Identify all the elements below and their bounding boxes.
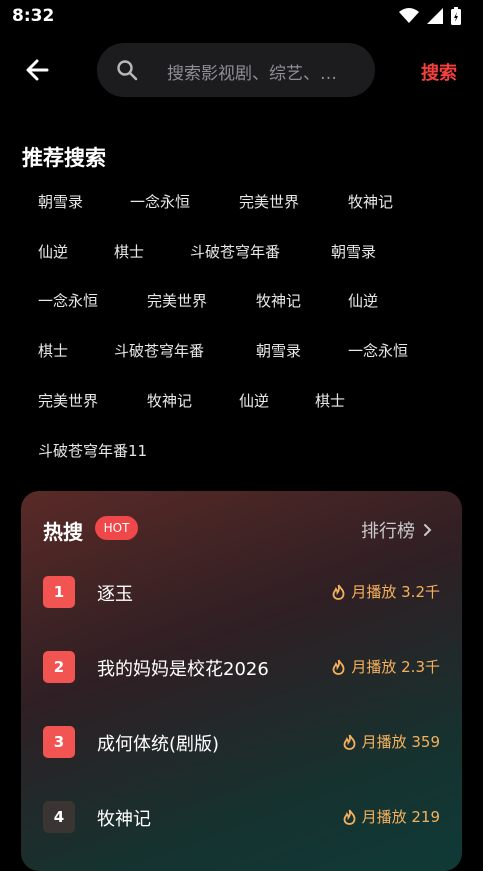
rank-number: 1 xyxy=(43,576,75,608)
recommend-tag[interactable]: 牧神记 xyxy=(147,390,192,411)
flame-icon xyxy=(343,809,355,825)
play-count-text: 月播放 219 xyxy=(361,808,440,826)
back-button[interactable] xyxy=(22,56,54,84)
recommend-tag[interactable]: 牧神记 xyxy=(256,290,301,311)
recommend-tag[interactable]: 仙逆 xyxy=(239,390,269,411)
recommend-tag[interactable]: 斗破苍穹年番 xyxy=(114,340,204,361)
recommend-tag[interactable]: 完美世界 xyxy=(38,390,98,411)
recommend-tag[interactable]: 一念永恒 xyxy=(130,191,190,212)
rank-number: 3 xyxy=(43,726,75,758)
hot-search-card: 热搜 HOT 排行榜 1 逐玉 月播放 3.2千 2 我的妈妈是校花2026 月… xyxy=(21,491,462,871)
recommend-tag[interactable]: 一念永恒 xyxy=(38,290,98,311)
play-count: 月播放 2.3千 xyxy=(332,656,440,677)
play-count: 月播放 219 xyxy=(343,806,440,827)
hot-badge: HOT xyxy=(95,516,138,540)
rank-number: 2 xyxy=(43,651,75,683)
play-count: 月播放 359 xyxy=(343,731,440,752)
play-count-text: 月播放 2.3千 xyxy=(351,658,440,676)
recommend-tag[interactable]: 朝雪录 xyxy=(331,241,376,262)
hot-item[interactable]: 4 牧神记 月播放 219 xyxy=(21,801,462,841)
recommend-tag[interactable]: 棋士 xyxy=(114,241,144,262)
recommend-tag[interactable]: 棋士 xyxy=(315,390,345,411)
arrow-left-icon xyxy=(26,59,49,81)
hot-item[interactable]: 2 我的妈妈是校花2026 月播放 2.3千 xyxy=(21,651,462,691)
rank-number: 4 xyxy=(43,801,75,833)
recommend-tag[interactable]: 棋士 xyxy=(38,340,68,361)
flame-icon xyxy=(332,584,345,600)
recommend-tag[interactable]: 一念永恒 xyxy=(348,340,408,361)
search-placeholder: 搜索影视剧、综艺、… xyxy=(167,64,337,84)
wifi-icon xyxy=(399,8,419,23)
recommend-tag[interactable]: 仙逆 xyxy=(348,290,378,311)
play-count: 月播放 3.2千 xyxy=(332,581,440,602)
hot-item-name: 成何体统(剧版) xyxy=(97,734,220,755)
play-count-text: 月播放 359 xyxy=(361,733,440,751)
recommend-title: 推荐搜索 xyxy=(22,146,106,170)
chevron-right-icon xyxy=(424,524,432,536)
ranking-link-label: 排行榜 xyxy=(361,521,415,542)
recommend-tag[interactable]: 仙逆 xyxy=(38,241,68,262)
search-button[interactable]: 搜索 xyxy=(421,59,457,85)
hot-item[interactable]: 3 成何体统(剧版) 月播放 359 xyxy=(21,726,462,766)
flame-icon xyxy=(343,734,355,750)
flame-icon xyxy=(332,659,345,675)
battery-icon xyxy=(451,7,461,25)
ranking-link[interactable]: 排行榜 xyxy=(361,517,432,543)
status-bar: 8:32 xyxy=(0,0,483,34)
play-count-text: 月播放 3.2千 xyxy=(351,583,440,601)
recommend-tag[interactable]: 牧神记 xyxy=(348,191,393,212)
status-icons xyxy=(399,7,461,25)
search-icon xyxy=(117,60,138,81)
status-time: 8:32 xyxy=(12,6,55,26)
hot-item-name: 牧神记 xyxy=(97,809,151,830)
recommend-tag[interactable]: 朝雪录 xyxy=(256,340,301,361)
search-input[interactable]: 搜索影视剧、综艺、… xyxy=(97,43,375,97)
hot-title: 热搜 xyxy=(43,520,83,544)
recommend-tag[interactable]: 斗破苍穹年番 xyxy=(190,241,280,262)
hot-item[interactable]: 1 逐玉 月播放 3.2千 xyxy=(21,576,462,616)
recommend-tag[interactable]: 朝雪录 xyxy=(38,191,83,212)
recommend-tag[interactable]: 完美世界 xyxy=(147,290,207,311)
hot-item-name: 我的妈妈是校花2026 xyxy=(97,659,269,680)
signal-icon xyxy=(427,8,443,24)
hot-item-name: 逐玉 xyxy=(97,584,133,605)
recommend-tag[interactable]: 斗破苍穹年番11 xyxy=(38,440,147,461)
recommend-tag[interactable]: 完美世界 xyxy=(239,191,299,212)
